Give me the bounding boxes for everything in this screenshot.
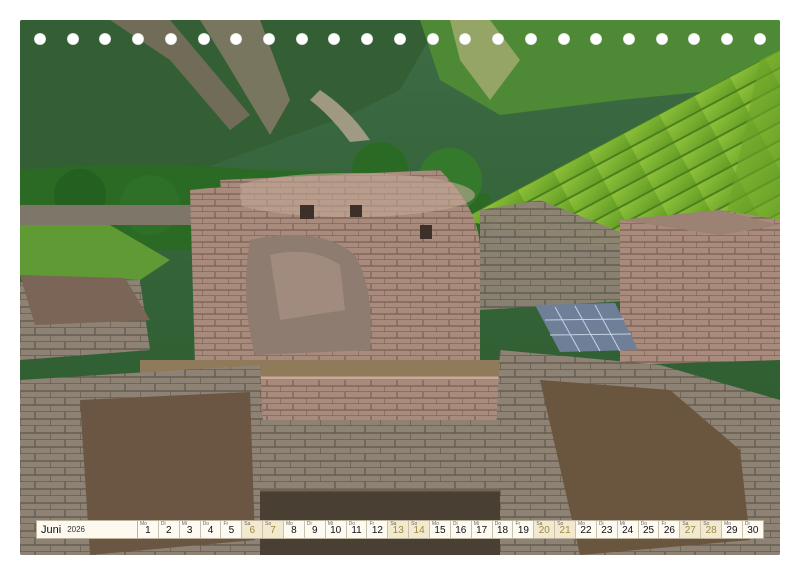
binding-hole <box>164 33 177 45</box>
weekday-label: Mo <box>578 521 585 527</box>
weekday-label: Di <box>306 521 312 527</box>
weekday-label: Do <box>640 521 648 527</box>
day-cell: So 21 <box>555 521 577 538</box>
month-label: Juni 2026 <box>37 521 138 538</box>
day-cell: Do 25 <box>638 521 660 538</box>
day-cell: Mi 10 <box>325 521 347 538</box>
day-cell: Mo 8 <box>284 521 305 538</box>
day-number: 3 <box>186 525 193 536</box>
binding-hole <box>655 33 668 45</box>
binding-hole <box>328 33 341 45</box>
day-cell: Sa 20 <box>534 521 556 538</box>
binding-hole <box>295 33 308 45</box>
weekday-label: Mo <box>140 521 147 527</box>
weekday-label: Mo <box>432 521 439 527</box>
binding-hole <box>459 33 472 45</box>
weekday-label: So <box>265 521 272 527</box>
weekday-label: Di <box>744 521 750 527</box>
weekday-label: Sa <box>390 521 397 527</box>
weekday-label: Sa <box>682 521 689 527</box>
binding-hole <box>361 33 374 45</box>
binding-hole <box>34 33 46 45</box>
binding-hole <box>622 33 635 45</box>
day-cell: Mi 24 <box>617 521 639 538</box>
binding-hole <box>426 33 439 45</box>
day-cell: Sa 27 <box>680 521 702 538</box>
weekday-label: Mo <box>286 521 293 527</box>
day-cells: Mo 1 Di 2 Mi 3 Do 4 Fr 5 Sa 6 So 7 Mo 8 Di 9 Mi 10 Do 11 Fr 12 S… <box>138 521 763 538</box>
day-cell: Fr 12 <box>367 521 389 538</box>
binding-hole <box>132 33 145 45</box>
day-cell: Fr 19 <box>513 521 535 538</box>
day-cell: Fr 26 <box>659 521 681 538</box>
binding-hole <box>393 33 406 45</box>
weekday-label: Mi <box>327 521 334 527</box>
day-cell: So 7 <box>263 521 285 538</box>
day-cell: Mo 15 <box>430 521 451 538</box>
day-cell: Fr 5 <box>221 521 243 538</box>
day-cell: Do 18 <box>492 521 514 538</box>
day-cell: Di 16 <box>450 521 472 538</box>
binding-hole <box>721 33 734 45</box>
weekday-label: Mi <box>473 521 480 527</box>
day-number: 9 <box>312 525 318 536</box>
weekday-label: Di <box>598 521 604 527</box>
temple-of-the-sun-image <box>20 20 780 555</box>
weekday-label: Do <box>202 521 209 527</box>
weekday-label: Sa <box>536 521 543 527</box>
day-cell: Mo 22 <box>576 521 597 538</box>
binding-hole <box>99 33 112 45</box>
day-cell: Di 30 <box>742 521 763 538</box>
weekday-label: So <box>557 521 564 527</box>
binding-holes <box>20 33 780 51</box>
day-cell: Mo 1 <box>138 521 159 538</box>
month-name: Juni <box>41 523 62 536</box>
weekday-label: Di <box>452 521 458 527</box>
calendar-strip: Juni 2026 Mo 1 Di 2 Mi 3 Do 4 Fr 5 Sa 6 So 7 Mo 8 Di 9 Mi 1… <box>36 520 764 539</box>
day-cell: So 28 <box>701 521 723 538</box>
day-cell: So 14 <box>409 521 431 538</box>
binding-hole <box>230 33 243 45</box>
day-cell: Mi 3 <box>179 521 201 538</box>
binding-hole <box>263 33 276 45</box>
weekday-label: Mo <box>724 521 732 527</box>
day-cell: Mo 29 <box>722 521 743 538</box>
weekday-label: Sa <box>244 521 251 527</box>
binding-hole <box>688 33 701 45</box>
day-cell: Di 23 <box>596 521 618 538</box>
weekday-label: Do <box>494 521 502 527</box>
weekday-label: Di <box>160 521 166 527</box>
weekday-label: Fr <box>515 521 521 527</box>
weekday-label: Fr <box>661 521 667 527</box>
day-cell: Mi 17 <box>471 521 493 538</box>
weekday-label: Mi <box>181 521 187 527</box>
day-cell: Di 2 <box>158 521 180 538</box>
binding-hole <box>197 33 210 45</box>
binding-hole <box>557 33 570 45</box>
day-cell: Sa 13 <box>388 521 410 538</box>
weekday-label: Fr <box>369 521 375 527</box>
weekday-label: So <box>703 521 710 527</box>
weekday-label: Mi <box>619 521 626 527</box>
binding-hole <box>492 33 505 45</box>
binding-hole <box>590 33 603 45</box>
day-cell: Do 4 <box>200 521 222 538</box>
calendar-page: Juni 2026 Mo 1 Di 2 Mi 3 Do 4 Fr 5 Sa 6 So 7 Mo 8 Di 9 Mi 1… <box>0 0 800 575</box>
year-label: 2026 <box>67 525 85 534</box>
binding-hole <box>753 33 766 45</box>
day-cell: Sa 6 <box>242 521 264 538</box>
weekday-label: So <box>411 521 418 527</box>
weekday-label: Fr <box>223 521 229 527</box>
weekday-label: Do <box>348 521 355 527</box>
day-cell: Di 9 <box>304 521 326 538</box>
day-cell: Do 11 <box>346 521 368 538</box>
binding-hole <box>66 33 79 45</box>
day-number: 2 <box>166 525 172 536</box>
day-number: 5 <box>228 525 235 536</box>
binding-hole <box>524 33 537 45</box>
machu-picchu-photo <box>20 20 780 555</box>
